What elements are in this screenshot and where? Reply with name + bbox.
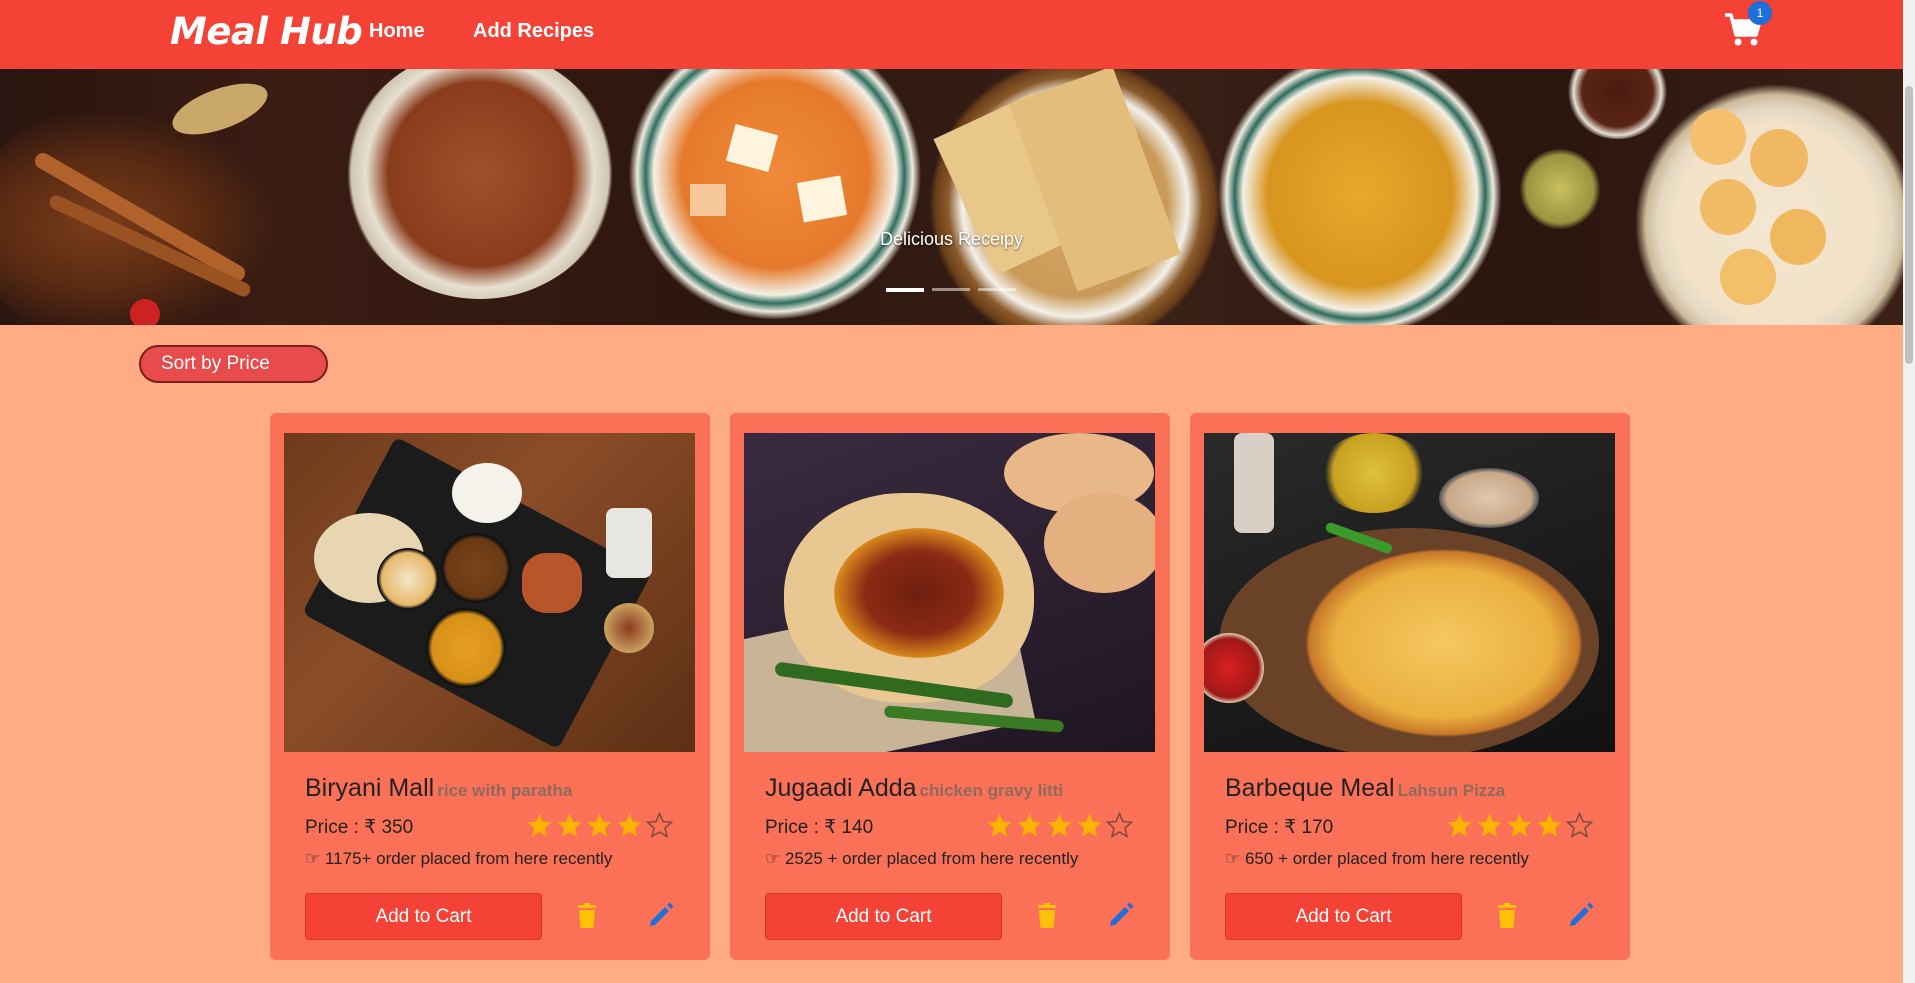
recipe-title: Biryani Mall rice with paratha [305, 774, 573, 802]
delete-icon[interactable] [1496, 903, 1518, 929]
recipe-dish: chicken gravy litti [919, 781, 1064, 800]
star-filled-icon [1447, 813, 1472, 837]
recipe-card: Jugaadi Adda chicken gravy litti Price : … [730, 413, 1170, 960]
add-to-cart-button[interactable]: Add to Cart [765, 893, 1002, 940]
edit-icon[interactable] [648, 902, 674, 928]
star-empty-icon [646, 812, 673, 839]
delete-icon[interactable] [1036, 903, 1058, 929]
star-filled-icon [587, 813, 612, 837]
star-filled-icon [1077, 813, 1102, 837]
sort-by-price-button[interactable]: Sort by Price [139, 345, 328, 383]
recipe-image-thali [284, 433, 695, 752]
rating-stars [1446, 812, 1593, 839]
recipe-image-litti [744, 433, 1155, 752]
hero-carousel[interactable]: Delicious Receipy [0, 69, 1903, 325]
carousel-indicator[interactable] [932, 288, 970, 291]
edit-icon[interactable] [1108, 902, 1134, 928]
rating-stars [526, 812, 673, 839]
recipe-price: Price : ₹ 350 [305, 817, 414, 838]
order-count: ☞ 650 + order placed from here recently [1225, 849, 1529, 868]
delete-icon[interactable] [576, 903, 598, 929]
recipe-card: Biryani Mall rice with paratha Price : ₹ … [270, 413, 710, 960]
order-count: ☞ 2525 + order placed from here recently [765, 849, 1079, 868]
nav-home-link[interactable]: Home [369, 20, 425, 43]
star-filled-icon [1507, 813, 1532, 837]
star-filled-icon [1017, 813, 1042, 837]
recipe-dish: rice with paratha [437, 781, 573, 800]
star-filled-icon [1477, 813, 1502, 837]
carousel-indicators [886, 288, 1016, 292]
carousel-indicator[interactable] [886, 288, 924, 292]
recipe-title: Barbeque Meal Lahsun Pizza [1225, 774, 1506, 802]
star-filled-icon [987, 813, 1012, 837]
star-filled-icon [1537, 813, 1562, 837]
recipe-dish: Lahsun Pizza [1397, 781, 1506, 800]
add-to-cart-button[interactable]: Add to Cart [1225, 893, 1462, 940]
star-empty-icon [1106, 812, 1133, 839]
edit-icon[interactable] [1568, 902, 1594, 928]
recipe-price: Price : ₹ 170 [1225, 817, 1334, 838]
star-empty-icon [1566, 812, 1593, 839]
carousel-indicator[interactable] [978, 288, 1016, 291]
nav-add-recipes-link[interactable]: Add Recipes [473, 20, 594, 43]
navbar: Meal Hub Home Add Recipes 1 [0, 0, 1903, 69]
carousel-caption: Delicious Receipy [879, 229, 1024, 249]
star-filled-icon [617, 813, 642, 837]
recipe-title: Jugaadi Adda chicken gravy litti [765, 774, 1064, 802]
scrollbar-thumb[interactable] [1905, 86, 1913, 364]
recipe-price: Price : ₹ 140 [765, 817, 874, 838]
star-filled-icon [1047, 813, 1072, 837]
cart-count-badge: 1 [1748, 1, 1772, 25]
star-filled-icon [527, 813, 552, 837]
rating-stars [986, 812, 1133, 839]
recipe-card: Barbeque Meal Lahsun Pizza Price : ₹ 170 … [1190, 413, 1630, 960]
recipe-image-pizza [1204, 433, 1615, 752]
star-filled-icon [557, 813, 582, 837]
add-to-cart-button[interactable]: Add to Cart [305, 893, 542, 940]
brand-logo[interactable]: Meal Hub [170, 10, 363, 53]
order-count: ☞ 1175+ order placed from here recently [305, 849, 613, 868]
page-scrollbar[interactable] [1903, 0, 1915, 983]
